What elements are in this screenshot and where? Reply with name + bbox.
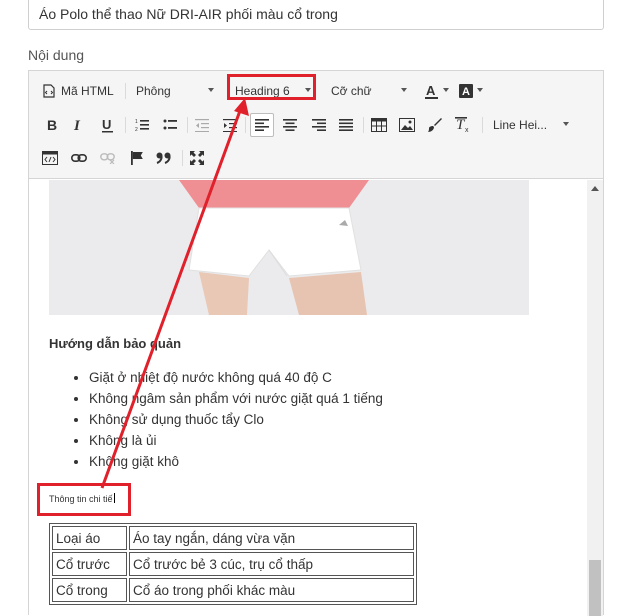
annotation-arrow <box>100 98 249 489</box>
